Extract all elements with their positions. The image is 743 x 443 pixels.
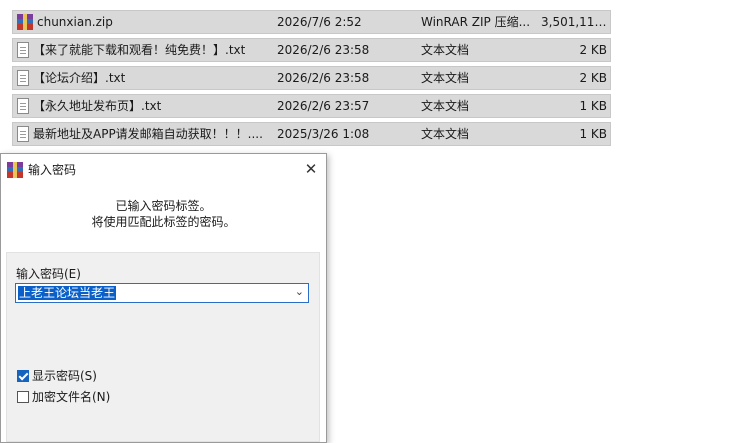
file-type: 文本文档	[421, 43, 470, 57]
file-name: chunxian.zip	[37, 15, 113, 29]
password-combobox[interactable]: 上老王论坛当老王 ⌄	[15, 283, 309, 303]
text-file-icon	[17, 70, 29, 86]
winrar-icon	[7, 162, 23, 178]
file-type: 文本文档	[421, 127, 470, 141]
dialog-titlebar[interactable]: 输入密码 ✕	[1, 154, 326, 184]
file-name-cell: 【论坛介绍】.txt	[17, 67, 267, 89]
chevron-down-icon[interactable]: ⌄	[295, 285, 304, 298]
file-date: 2026/7/6 2:52	[277, 15, 362, 29]
file-size: 2 KB	[579, 43, 607, 57]
file-row[interactable]: chunxian.zip 2026/7/6 2:52 WinRAR ZIP 压缩…	[12, 10, 611, 34]
password-value[interactable]: 上老王论坛当老王	[18, 286, 117, 300]
file-size: 1 KB	[579, 99, 607, 113]
file-date: 2026/2/6 23:58	[277, 43, 370, 57]
password-label: 输入密码(E)	[16, 267, 81, 281]
show-password-label: 显示密码(S)	[32, 369, 97, 383]
close-button[interactable]: ✕	[296, 154, 326, 184]
text-file-icon	[17, 98, 29, 114]
file-name: 【来了就能下载和观看！纯免费！】.txt	[33, 43, 246, 57]
file-row[interactable]: 【永久地址发布页】.txt 2026/2/6 23:57 文本文档 1 KB	[12, 94, 611, 118]
file-size: 1 KB	[579, 127, 607, 141]
message-line-2: 将使用匹配此标签的密码。	[91, 215, 236, 229]
file-date: 2026/2/6 23:58	[277, 71, 370, 85]
password-panel: 输入密码(E) 上老王论坛当老王 ⌄ 显示密码(S) 加密文件名(N)	[6, 252, 320, 442]
file-name: 最新地址及APP请发邮箱自动获取！！！....	[33, 127, 263, 141]
file-type: WinRAR ZIP 压缩...	[421, 15, 531, 29]
file-name-cell: chunxian.zip	[17, 11, 267, 33]
encrypt-names-checkbox[interactable]	[17, 390, 29, 403]
file-size: 2 KB	[579, 71, 607, 85]
encrypt-names-checkbox-row[interactable]: 加密文件名(N)	[17, 388, 110, 405]
dialog-title: 输入密码	[28, 163, 77, 177]
file-row[interactable]: 最新地址及APP请发邮箱自动获取！！！.... 2025/3/26 1:08 文…	[12, 122, 611, 146]
file-type: 文本文档	[421, 99, 470, 113]
rar-archive-icon	[17, 14, 33, 30]
file-row[interactable]: 【论坛介绍】.txt 2026/2/6 23:58 文本文档 2 KB	[12, 66, 611, 90]
file-date: 2025/3/26 1:08	[277, 127, 370, 141]
encrypt-names-label: 加密文件名(N)	[32, 390, 111, 404]
file-name-cell: 最新地址及APP请发邮箱自动获取！！！....	[17, 123, 267, 145]
password-dialog: 输入密码 ✕ 已输入密码标签。 将使用匹配此标签的密码。 输入密码(E) 上老王…	[0, 153, 327, 443]
message-line-1: 已输入密码标签。	[115, 199, 212, 213]
file-row[interactable]: 【来了就能下载和观看！纯免费！】.txt 2026/2/6 23:58 文本文档…	[12, 38, 611, 62]
file-name: 【永久地址发布页】.txt	[33, 99, 162, 113]
file-name-cell: 【永久地址发布页】.txt	[17, 95, 267, 117]
file-name-cell: 【来了就能下载和观看！纯免费！】.txt	[17, 39, 267, 61]
show-password-checkbox[interactable]	[17, 369, 29, 382]
file-name: 【论坛介绍】.txt	[33, 71, 126, 85]
text-file-icon	[17, 42, 29, 58]
show-password-checkbox-row[interactable]: 显示密码(S)	[17, 367, 97, 384]
text-file-icon	[17, 126, 29, 142]
file-type: 文本文档	[421, 71, 470, 85]
file-date: 2026/2/6 23:57	[277, 99, 370, 113]
file-size: 3,501,110...	[541, 15, 607, 29]
